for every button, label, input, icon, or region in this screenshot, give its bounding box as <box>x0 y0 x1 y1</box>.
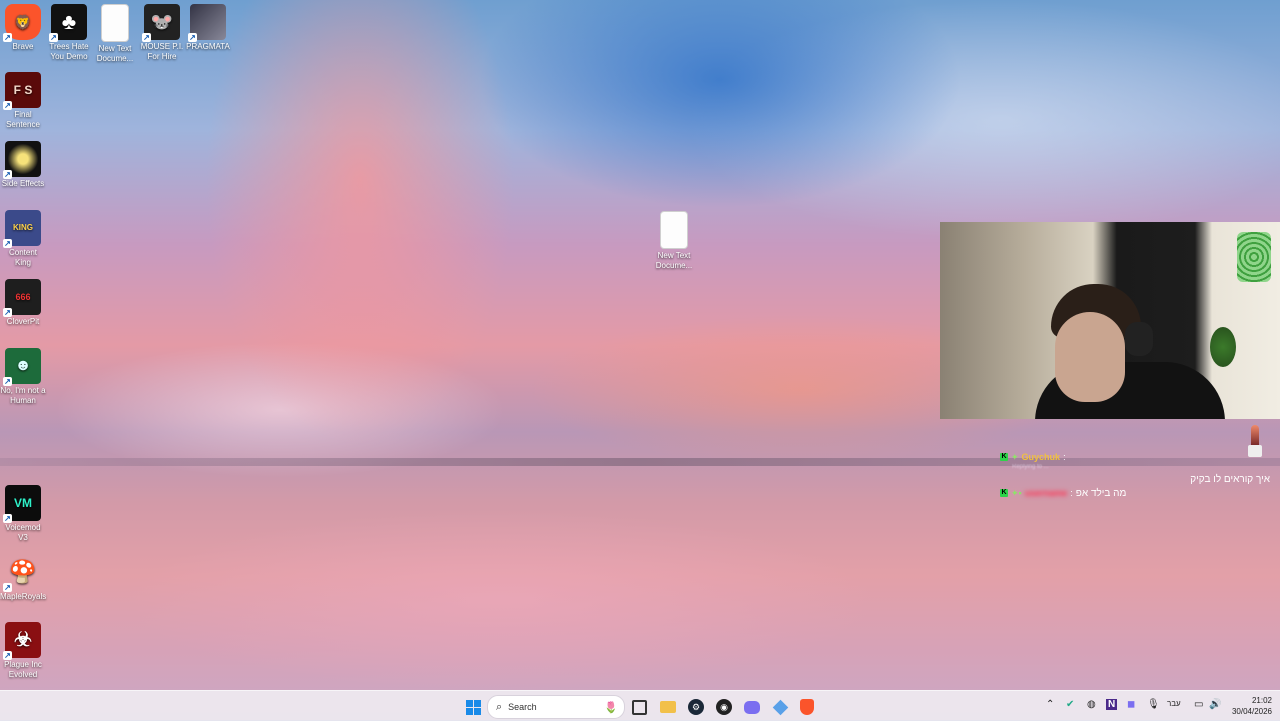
desktop-icon-final-sentence[interactable]: F S ↗ Final Sentence <box>0 72 46 130</box>
kick-badge-icon: K <box>1000 489 1008 497</box>
search-icon: ⌕ <box>496 700 503 713</box>
folder-icon <box>660 701 676 713</box>
discord-icon <box>744 700 760 714</box>
desktop-icon-content-king[interactable]: KING ↗ Content King <box>0 210 46 268</box>
desktop-icon-side-effects[interactable]: ↗ Side Effects <box>0 141 46 189</box>
desktop-icon-label: Side Effects <box>1 179 45 188</box>
chat-separator: : <box>1070 488 1073 498</box>
voicemod-icon: VM ↗ <box>3 485 41 523</box>
desktop-icon-label: MOUSE P.I. For Hire <box>140 42 184 61</box>
desktop-icon-cloverpit[interactable]: 666 ↗ CloverPit <box>0 279 46 327</box>
desktop-icon-new-text-document[interactable]: New Text Docume... <box>92 4 138 64</box>
tray-discord-icon[interactable]: ◼ <box>1127 699 1135 710</box>
file-explorer-button[interactable] <box>657 696 679 718</box>
jar-decoration <box>1237 232 1271 282</box>
tray-n-app-icon[interactable]: N <box>1106 699 1118 710</box>
diamond-app-icon <box>772 699 788 715</box>
tray-overflow-chevron-icon[interactable]: ⌃ <box>1046 699 1054 710</box>
brave-icon <box>800 699 814 715</box>
desktop-icon-label: New Text Docume... <box>96 44 134 63</box>
streamer-person <box>985 252 1225 419</box>
headset-icon <box>1125 322 1153 356</box>
tray-app-icon[interactable]: ✔ <box>1066 699 1074 710</box>
chat-message: K ✦▪ username : מה בילד אפ <box>1000 486 1270 500</box>
chat-username: username <box>1024 488 1068 498</box>
start-button[interactable] <box>462 696 484 718</box>
desktop-icon-trees-hate-you[interactable]: ♣ ↗ Trees Hate You Demo <box>46 4 92 62</box>
chat-username: Guychuk <box>1021 452 1061 462</box>
taskbar: ⌕ Search 🌷 ⚙ ◉ ⌃ ✔ ◍ N ◼ 🎙 עבר ▭ 🔊 21:02… <box>0 690 1280 721</box>
clock-time: 21:02 <box>1251 696 1272 705</box>
desktop-icon-brave[interactable]: 🦁 ↗ Brave <box>0 4 46 52</box>
desktop-icon-label: Plague Inc Evolved <box>4 660 42 679</box>
windows-logo-icon <box>465 699 481 715</box>
desktop-icon-label: New Text Docume... <box>655 251 693 270</box>
biohazard-icon: ☣ ↗ <box>3 622 41 660</box>
display-icon[interactable]: ▭ <box>1194 699 1203 710</box>
desktop-icon-label: MapleRoyals <box>0 592 47 601</box>
tree-icon: ♣ ↗ <box>49 4 87 42</box>
desktop-icon-label: CloverPit <box>6 317 40 326</box>
cloverpit-icon: 666 ↗ <box>3 279 41 317</box>
taskbar-clock[interactable]: 21:02 30/04/2026 <box>1224 695 1272 717</box>
no-im-not-a-human-icon: ☻ ↗ <box>3 348 41 386</box>
desktop-icon-label: Final Sentence <box>6 110 40 129</box>
desktop-icon-label: Trees Hate You Demo <box>49 42 89 61</box>
plant-decoration <box>1210 327 1236 367</box>
input-language[interactable]: עבר <box>1167 699 1181 708</box>
chat-reply-note: Replying to ... <box>1012 464 1049 470</box>
desktop-icon-label: Content King <box>8 248 38 267</box>
desktop-icon-new-text-document-center[interactable]: New Text Docume... <box>651 211 697 271</box>
desktop-icon-label: Voicemod V3 <box>5 523 41 542</box>
app-button[interactable] <box>769 696 791 718</box>
brave-icon: 🦁 ↗ <box>3 4 41 42</box>
desktop-icon-mapleroyals[interactable]: 🍄 ↗ MapleRoyals <box>0 554 46 602</box>
taskbar-search[interactable]: ⌕ Search 🌷 <box>487 695 625 719</box>
desktop-icon-plague-inc[interactable]: ☣ ↗ Plague Inc Evolved <box>0 622 46 680</box>
discord-button[interactable] <box>741 696 763 718</box>
text-document-icon <box>660 211 688 249</box>
desktop-icon-mouse-pi[interactable]: 🐭 ↗ MOUSE P.I. For Hire <box>139 4 185 62</box>
task-view-button[interactable] <box>628 696 650 718</box>
webcam-overlay <box>940 222 1280 419</box>
clock-date: 30/04/2026 <box>1231 707 1272 716</box>
text-document-icon <box>101 4 129 42</box>
desktop-icon-label: No, I'm not a Human <box>0 386 46 405</box>
content-king-icon: KING ↗ <box>3 210 41 248</box>
person-face <box>1055 312 1125 402</box>
task-view-icon <box>631 699 647 715</box>
mouse-pi-icon: 🐭 ↗ <box>142 4 180 42</box>
desktop-icon-label: PRAGMATA <box>186 42 230 51</box>
pragmata-icon: ↗ <box>188 4 226 42</box>
kick-badge-icon: K <box>1000 453 1008 461</box>
search-highlight-icon: 🌷 <box>604 701 618 714</box>
search-placeholder: Search <box>508 702 537 712</box>
microphone-icon[interactable]: 🎙 <box>1147 699 1160 710</box>
steam-icon: ⚙ <box>688 699 704 715</box>
desktop-icon-no-im-not-a-human[interactable]: ☻ ↗ No, I'm not a Human <box>0 348 46 406</box>
desktop-icon-pragmata[interactable]: ↗ PRAGMATA <box>185 4 231 52</box>
obs-button[interactable]: ◉ <box>713 696 735 718</box>
obs-icon: ◉ <box>716 699 732 715</box>
stream-chat-overlay: K ✦ Guychuk : Replying to ... איך קוראים… <box>1000 450 1270 500</box>
volume-icon[interactable]: 🔊 <box>1209 699 1221 710</box>
chat-message-text: מה בילד אפ <box>1075 487 1127 499</box>
steam-button[interactable]: ⚙ <box>685 696 707 718</box>
brave-taskbar-button[interactable] <box>796 696 818 718</box>
final-sentence-icon: F S ↗ <box>3 72 41 110</box>
subscriber-badge-icon: ✦ <box>1011 451 1019 462</box>
chat-separator: : <box>1063 452 1066 462</box>
mushroom-icon: 🍄 ↗ <box>3 559 37 592</box>
tray-network-app-icon[interactable]: ◍ <box>1087 699 1096 710</box>
chat-message-text: איך קוראים לו בקיק <box>1190 473 1270 485</box>
chat-message: K ✦ Guychuk : <box>1000 450 1270 464</box>
side-effects-icon: ↗ <box>3 141 41 179</box>
desktop-icon-label: Brave <box>12 42 34 51</box>
subscriber-badge-icon: ✦▪ <box>1011 487 1022 498</box>
desktop-icon-voicemod[interactable]: VM ↗ Voicemod V3 <box>0 485 46 543</box>
